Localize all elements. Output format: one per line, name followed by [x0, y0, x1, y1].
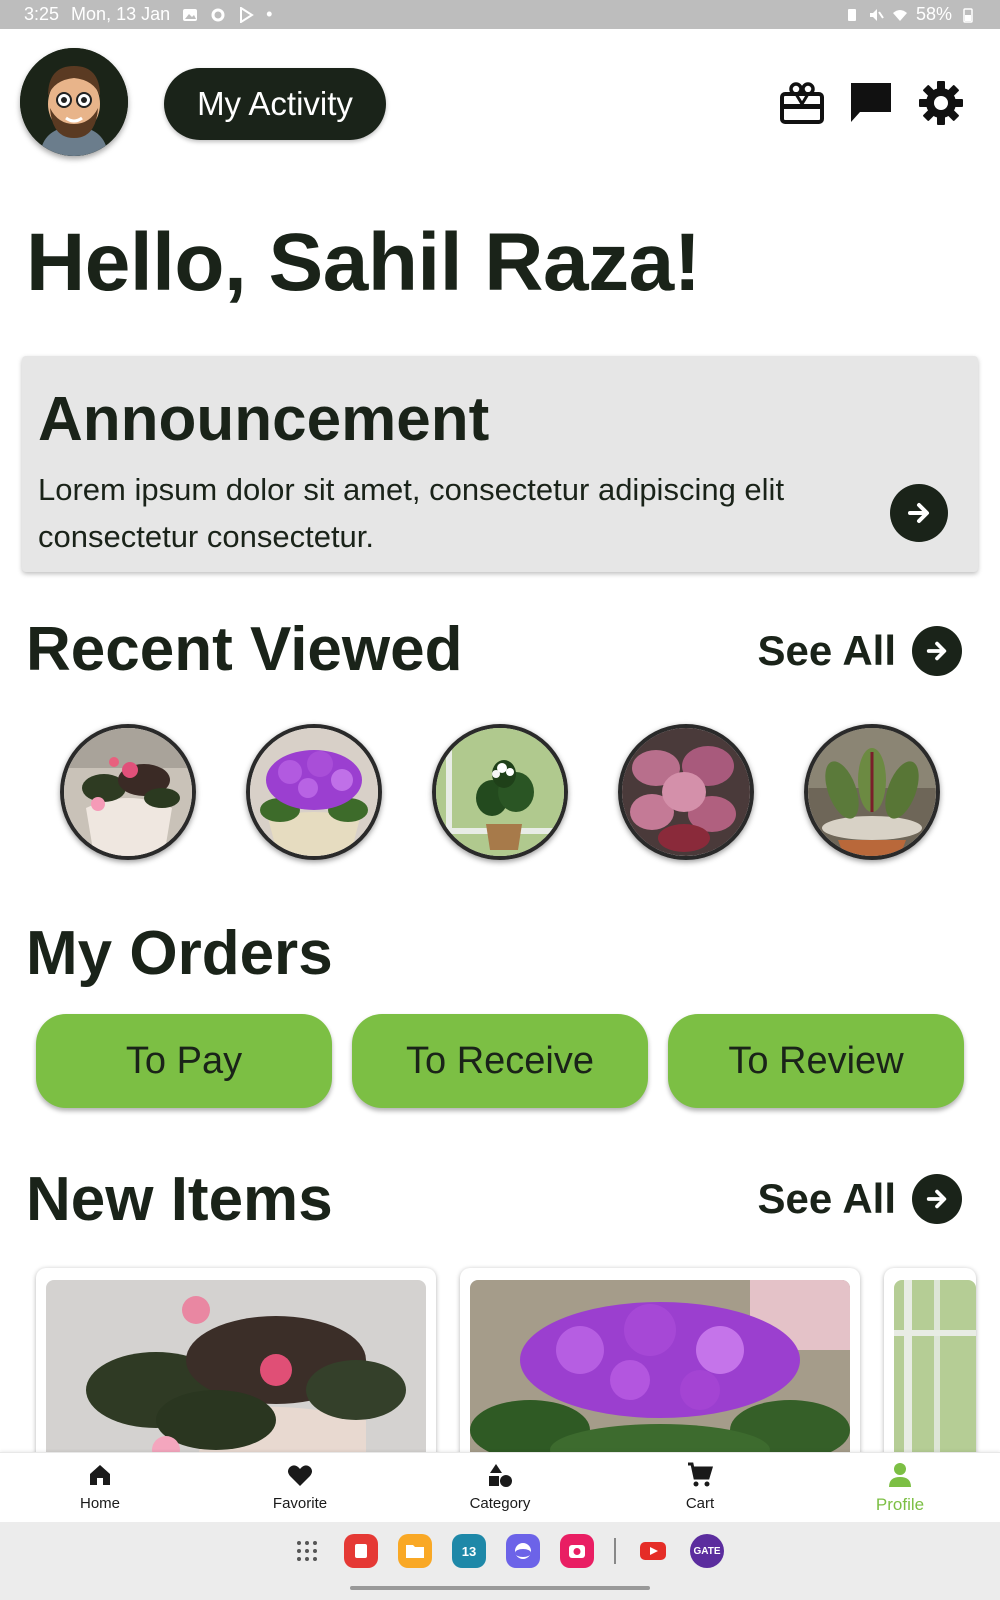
recent-item-begonia[interactable] [60, 724, 196, 860]
app-drawer-icon[interactable] [290, 1534, 324, 1568]
arrow-right-icon [926, 1189, 947, 1209]
new-items-see-all-link[interactable]: See All [757, 1174, 962, 1224]
recent-item-jasmine[interactable] [432, 724, 568, 860]
jasmine-plant-icon [436, 728, 564, 856]
announcement-title: Announcement [38, 385, 490, 454]
recent-item-african-violet[interactable] [246, 724, 382, 860]
person-icon [889, 1463, 911, 1487]
home-indicator[interactable] [350, 1586, 650, 1590]
battery-percent: 58% [915, 4, 952, 24]
bottom-navigation: Home Favorite Category Cart Profile [0, 1452, 1000, 1522]
to-receive-button[interactable]: To Receive [352, 1014, 648, 1108]
my-activity-button[interactable]: My Activity [164, 68, 386, 140]
begonia-plant-icon [64, 728, 192, 856]
calendar-day-label: 13 [461, 1543, 477, 1559]
recent-see-all-link[interactable]: See All [757, 626, 962, 676]
recent-item-prayer-plant[interactable] [804, 724, 940, 860]
to-review-button[interactable]: To Review [668, 1014, 964, 1108]
nav-label-home: Home [79, 1495, 120, 1512]
my-orders-title: My Orders [26, 919, 333, 988]
profile-avatar[interactable] [20, 48, 128, 156]
camera-app-icon[interactable] [560, 1534, 594, 1568]
see-all-arrow-button[interactable] [912, 1174, 962, 1224]
status-bar: 3:25 Mon, 13 Jan • 58% [0, 0, 1000, 29]
avatar-illustration-icon [20, 48, 128, 156]
to-pay-button[interactable]: To Pay [36, 1014, 332, 1108]
cart-icon [688, 1462, 714, 1487]
app-dock: 13 GATE [290, 1534, 724, 1568]
announcement-card[interactable]: Announcement Lorem ipsum dolor sit amet,… [22, 356, 978, 572]
internet-browser-icon[interactable] [506, 1534, 540, 1568]
calendar-app-icon[interactable]: 13 [452, 1534, 486, 1568]
nav-favorite[interactable]: Favorite [240, 1461, 360, 1512]
settings-status-icon [211, 8, 225, 21]
settings-gear-icon[interactable] [918, 80, 964, 126]
chat-icon[interactable] [848, 80, 894, 126]
wifi-icon [892, 9, 907, 21]
status-date: Mon, 13 Jan [71, 4, 171, 24]
arrow-right-icon [926, 641, 947, 661]
nav-profile[interactable]: Profile [840, 1461, 960, 1515]
nav-label-cart: Cart [685, 1495, 715, 1512]
battery-saver-icon [847, 8, 856, 21]
new-items-title: New Items [26, 1165, 333, 1234]
african-violet-plant-icon [250, 728, 378, 856]
new-item-image [894, 1280, 976, 1468]
youtube-app-icon[interactable] [636, 1534, 670, 1568]
see-all-label: See All [757, 1175, 896, 1222]
prayer-plant-icon [808, 728, 936, 856]
announcement-arrow-button[interactable] [890, 484, 948, 542]
dock-separator [614, 1538, 616, 1564]
heart-icon [288, 1465, 312, 1486]
nav-label-favorite: Favorite [272, 1495, 328, 1512]
gift-card-icon[interactable] [779, 80, 825, 126]
mute-icon [869, 8, 884, 21]
gallery-icon [183, 8, 198, 21]
african-violet-plant-icon [470, 1280, 850, 1468]
recent-item-polka-dot-plant[interactable] [618, 724, 754, 860]
jasmine-plant-icon [894, 1280, 976, 1468]
begonia-plant-icon [46, 1280, 426, 1468]
nav-label-category: Category [469, 1495, 531, 1512]
status-time: 3:25 [24, 4, 60, 24]
see-all-arrow-button[interactable] [912, 626, 962, 676]
new-item-image [46, 1280, 426, 1468]
battery-icon [963, 7, 973, 23]
status-dot-icon: • [266, 4, 273, 24]
new-item-card-jasmine[interactable] [884, 1268, 976, 1468]
recent-viewed-title: Recent Viewed [26, 615, 463, 684]
new-item-image [470, 1280, 850, 1468]
category-shapes-icon [489, 1464, 512, 1487]
greeting-heading: Hello, Sahil Raza! [26, 217, 701, 308]
home-icon [90, 1465, 110, 1485]
see-all-label: See All [757, 627, 896, 674]
notes-app-icon[interactable] [344, 1534, 378, 1568]
polka-dot-plant-icon [622, 728, 750, 856]
nav-label-profile: Profile [875, 1495, 925, 1514]
play-store-icon [240, 6, 254, 23]
gate-label: GATE [693, 1545, 721, 1557]
nav-home[interactable]: Home [40, 1461, 160, 1512]
new-item-card-african-violet[interactable] [460, 1268, 860, 1468]
files-app-icon[interactable] [398, 1534, 432, 1568]
gate-app-icon[interactable]: GATE [690, 1534, 724, 1568]
new-item-card-begonia[interactable] [36, 1268, 436, 1468]
system-taskbar: 13 GATE [0, 1522, 1000, 1600]
arrow-right-icon [908, 503, 929, 523]
announcement-body: Lorem ipsum dolor sit amet, consectetur … [38, 472, 785, 554]
nav-category[interactable]: Category [440, 1461, 560, 1512]
nav-cart[interactable]: Cart [640, 1461, 760, 1512]
